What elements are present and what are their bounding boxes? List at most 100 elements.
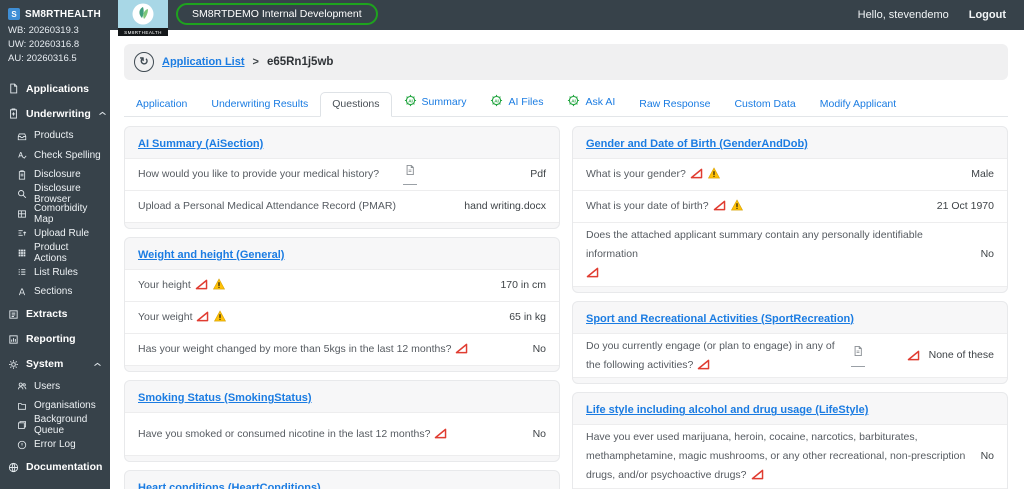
sidebar-item-label: Applications [26,82,90,95]
sidebar-item-organisations[interactable]: Organisations [0,396,110,416]
card-title-link[interactable]: Life style including alcohol and drug us… [586,404,868,416]
chevron-down-icon [109,463,110,472]
sidebar-item-users[interactable]: Users [0,377,110,397]
tab-ask-ai[interactable]: AI Ask AI [555,88,627,117]
sidebar-item-sections[interactable]: Sections [0,282,110,302]
tab-raw-response[interactable]: Raw Response [627,92,722,117]
brand-name: SM8RTHEALTH [25,8,101,20]
question-text: What is your date of birth? [586,200,709,213]
question-row: What is your date of birth? 21 Oct 1970 [573,191,1007,223]
answer-text: No [980,450,994,463]
sidebar-item-reporting[interactable]: Reporting [0,327,110,352]
sidebar-item-background-queue[interactable]: Background Queue [0,414,110,437]
tab-custom-data[interactable]: Custom Data [722,92,807,117]
tab-summary[interactable]: AI Summary [392,88,479,117]
sidebar-item-product-actions[interactable]: Product Actions [0,242,110,264]
document-icon[interactable] [850,345,865,367]
tab-application[interactable]: Application [124,92,199,117]
red-flag-icon [195,279,208,290]
question-row: Do you currently engage (or plan to enga… [573,334,1007,379]
gear-icon [8,359,19,370]
ai-gear-icon: AI [404,94,417,110]
sidebar-item-label: Reporting [26,333,76,345]
list-icon [17,267,27,277]
question-text: Have you smoked or consumed nicotine in … [138,427,431,440]
user-greeting: Hello, stevendemo [857,9,949,21]
sidebar-item-documentation[interactable]: Documentation [0,455,110,480]
question-row: Have you smoked or consumed nicotine in … [125,413,559,456]
question-text: Has your weight changed by more than 5kg… [138,343,452,356]
card-title-link[interactable]: Heart conditions (HeartConditions) [138,482,321,489]
sidebar-item-label: System [26,358,64,370]
sidebar-item-label: Users [34,380,61,392]
sidebar-item-error-log[interactable]: Error Log [0,435,110,455]
red-flag-icon [586,267,599,278]
card-title-link[interactable]: Gender and Date of Birth (GenderAndDob) [586,138,808,150]
card-title-link[interactable]: Sport and Recreational Activities (Sport… [586,313,854,325]
sidebar-menu: Applications Underwriting Products Check… [0,76,110,480]
question-text: Your height [138,279,191,292]
red-flag-icon [713,200,725,211]
question-row: Your height 170 in cm [125,270,559,302]
sidebar-item-label: Error Log [34,439,76,451]
ai-gear-icon: AI [490,94,503,110]
card-title-link[interactable]: Weight and height (General) [138,249,284,261]
question-row: Your weight 65 in kg [125,302,559,334]
sidebar-item-upload-rule[interactable]: Upload Rule [0,224,110,244]
background-queue-icon [17,420,27,430]
sidebar-brand: S SM8RTHEALTH [0,0,110,22]
red-flag-icon [435,428,447,438]
refresh-icon[interactable]: ↻ [134,52,154,72]
sidebar: S SM8RTHEALTH WB: 20260319.3 UW: 2026031… [0,0,110,489]
map-grid-icon [17,209,27,219]
card-smoking-status: Smoking Status (SmokingStatus) Have you … [124,380,560,462]
sidebar-item-disclosure-browser[interactable]: Disclosure Browser [0,183,110,205]
sidebar-item-underwriting[interactable]: Underwriting [0,101,110,126]
sidebar-item-label: List Rules [34,266,78,278]
brand-logo[interactable]: SM8RTHEALTH [118,0,168,38]
sidebar-item-applications[interactable]: Applications [0,76,110,101]
sidebar-item-label: Background Queue [34,414,88,437]
answer-text: 170 in cm [500,279,546,292]
breadcrumb: ↻ Application List > e65Rn1j5wb [124,44,1008,80]
users-icon [17,381,27,391]
right-column: Gender and Date of Birth (GenderAndDob) … [572,126,1008,489]
version-au: AU: 20260316.5 [8,53,77,64]
sidebar-item-products[interactable]: Products [0,126,110,146]
tab-label: Underwriting Results [211,98,309,110]
sidebar-item-check-spelling[interactable]: Check Spelling [0,146,110,166]
tab-label: Application [136,98,188,110]
tab-questions[interactable]: Questions [320,92,392,117]
search-icon [17,189,27,199]
sidebar-item-label: Upload Rule [34,227,90,239]
answer-text: 21 Oct 1970 [936,200,994,213]
tab-ai-files[interactable]: AI AI Files [478,88,555,117]
ai-gear-icon: AI [567,94,580,110]
breadcrumb-separator: > [252,56,259,68]
version-uw: UW: 20260316.8 [8,39,80,50]
sidebar-item-extracts[interactable]: Extracts [0,302,110,327]
sidebar-item-comorbidity-map[interactable]: Comorbidity Map [0,202,110,225]
document-icon[interactable] [402,164,417,186]
sidebar-item-disclosure[interactable]: Disclosure [0,165,110,185]
svg-text:SM8RTHEALTH: SM8RTHEALTH [124,30,162,35]
tab-label: Raw Response [639,98,711,110]
logout-button[interactable]: Logout [969,9,1006,21]
folder-icon [17,401,27,411]
tab-label: Custom Data [734,98,796,110]
card-title-link[interactable]: AI Summary (AiSection) [138,138,263,150]
error-log-icon [17,440,27,450]
sidebar-item-list-rules[interactable]: List Rules [0,263,110,283]
tab-label: AI Files [508,96,544,108]
yellow-warning-icon [212,278,225,290]
tab-modify-applicant[interactable]: Modify Applicant [808,92,908,117]
reporting-icon [8,334,19,345]
sidebar-item-label: Documentation [26,461,103,473]
card-title-link[interactable]: Smoking Status (SmokingStatus) [138,392,312,404]
sidebar-item-label: Comorbidity Map [34,202,88,225]
sidebar-item-system[interactable]: System [0,352,110,377]
card-heart-conditions: Heart conditions (HeartConditions) Have … [124,470,560,489]
card-sport-recreation: Sport and Recreational Activities (Sport… [572,300,1008,385]
breadcrumb-application-list-link[interactable]: Application List [162,56,245,68]
tab-underwriting-results[interactable]: Underwriting Results [199,92,320,117]
